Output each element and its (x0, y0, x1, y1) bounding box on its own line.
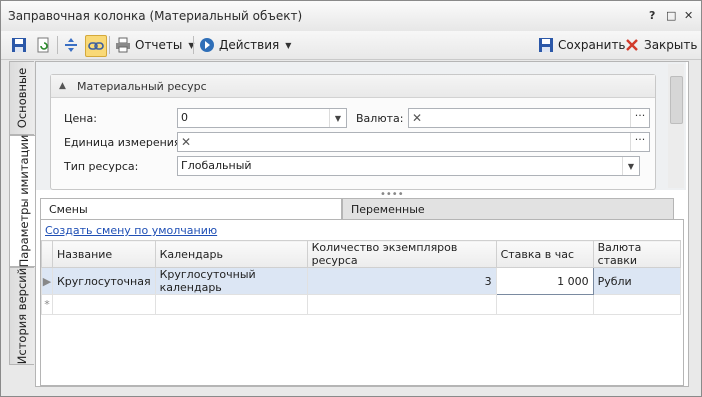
unit-field[interactable]: ✕ ··· (177, 132, 650, 152)
arrows-vertical-icon (63, 37, 79, 53)
close-window-button[interactable]: ✕ (684, 9, 693, 22)
tab-shifts[interactable]: Смены (40, 198, 342, 221)
chain-link-icon (88, 38, 104, 54)
bottom-tab-strip: Смены Переменные (40, 198, 680, 221)
column-header-rate[interactable]: Ставка в час (495, 240, 594, 268)
cell-name[interactable]: Круглосуточная (52, 267, 156, 295)
row-indicator-header (41, 240, 53, 268)
new-cell[interactable] (52, 294, 156, 315)
current-row-icon: ▶ (41, 267, 53, 295)
refresh-button[interactable] (35, 35, 51, 55)
side-tab-main-label: Основные (15, 67, 29, 129)
resource-type-select[interactable]: Глобальный ▼ (177, 156, 640, 176)
tab-variables-label: Переменные (351, 203, 425, 216)
column-header-currency[interactable]: Валюта ставки (592, 240, 682, 268)
chevron-down-icon: ▼ (285, 40, 292, 50)
content-area: ▲ Материальный ресурс Цена: 0 ▼ Валюта: … (35, 61, 689, 387)
printer-icon (115, 37, 131, 53)
maximize-button[interactable]: □ (666, 9, 676, 22)
column-header-name[interactable]: Название (52, 240, 156, 268)
action-circle-icon (199, 37, 215, 53)
save-icon-button[interactable] (11, 35, 27, 55)
table-row[interactable]: ▶ Круглосуточная Круглосуточный календар… (41, 267, 682, 295)
cell-instances[interactable]: 3 (306, 267, 497, 295)
ellipsis-icon[interactable]: ··· (630, 133, 649, 151)
new-cell[interactable] (592, 294, 682, 315)
vertical-scrollbar[interactable] (668, 64, 684, 188)
cell-calendar[interactable]: Круглосуточный календарь (154, 267, 308, 295)
clear-icon[interactable]: ✕ (412, 111, 422, 125)
expand-button[interactable] (63, 35, 79, 55)
currency-field[interactable]: ✕ ··· (408, 108, 650, 128)
side-tab-simulation[interactable]: Параметры имитации (9, 135, 37, 267)
link-toggle-button[interactable] (85, 35, 107, 57)
ellipsis-icon[interactable]: ··· (630, 109, 649, 127)
new-row-icon: * (41, 294, 53, 315)
help-button[interactable]: ? (649, 9, 655, 22)
side-tab-history[interactable]: История версий (9, 267, 34, 365)
tab-shifts-label: Смены (49, 203, 88, 216)
group-header[interactable]: ▲ Материальный ресурс (51, 75, 655, 98)
group-title: Материальный ресурс (77, 80, 207, 93)
floppy-icon (538, 37, 554, 53)
reports-label: Отчеты (135, 38, 183, 52)
chevron-down-icon[interactable]: ▼ (622, 157, 639, 175)
column-header-calendar[interactable]: Календарь (154, 240, 308, 268)
side-tab-simulation-label: Параметры имитации (16, 134, 31, 268)
collapse-icon[interactable]: ▲ (59, 81, 66, 91)
shifts-table: Название Календарь Количество экземпляро… (41, 240, 682, 315)
shifts-panel: Создать смену по умолчанию Название Кале… (40, 219, 684, 386)
reports-menu[interactable]: Отчеты ▼ (115, 35, 195, 55)
floppy-icon (11, 37, 27, 53)
price-value: 0 (181, 111, 188, 124)
side-tab-main[interactable]: Основные (9, 61, 34, 135)
actions-label: Действия (219, 38, 280, 52)
window: Заправочная колонка (Материальный объект… (0, 0, 702, 397)
close-x-icon (624, 37, 640, 53)
save-button[interactable]: Сохранить (538, 35, 626, 55)
unit-label: Единица измерения: (64, 136, 185, 149)
new-cell[interactable] (154, 294, 308, 315)
resource-scroll-region: ▲ Материальный ресурс Цена: 0 ▼ Валюта: … (36, 62, 686, 190)
scrollbar-thumb[interactable] (670, 76, 683, 124)
close-label: Закрыть (644, 38, 698, 52)
new-cell[interactable] (495, 294, 594, 315)
title-bar: Заправочная колонка (Материальный объект… (1, 1, 701, 31)
resource-type-label: Тип ресурса: (64, 160, 139, 173)
save-label: Сохранить (558, 38, 626, 52)
close-button[interactable]: Закрыть (624, 35, 697, 55)
side-tab-history-label: История версий (15, 267, 29, 365)
create-default-shift-link[interactable]: Создать смену по умолчанию (45, 224, 217, 237)
column-header-instances[interactable]: Количество экземпляров ресурса (306, 240, 497, 268)
window-title: Заправочная колонка (Материальный объект… (8, 9, 303, 23)
toolbar: Отчеты ▼ Действия ▼ Сохранить Закрыть (1, 31, 701, 60)
price-label: Цена: (64, 112, 97, 125)
clear-icon[interactable]: ✕ (181, 135, 191, 149)
resource-type-value: Глобальный (181, 159, 252, 172)
tab-variables[interactable]: Переменные (342, 198, 674, 219)
side-tab-strip: Основные Параметры имитации История верс… (9, 61, 37, 381)
currency-label: Валюта: (356, 112, 404, 125)
new-cell[interactable] (306, 294, 497, 315)
actions-menu[interactable]: Действия ▼ (199, 35, 291, 55)
cell-currency[interactable]: Рубли (592, 267, 682, 295)
chevron-down-icon[interactable]: ▼ (329, 109, 346, 127)
document-refresh-icon (35, 37, 51, 53)
price-field[interactable]: 0 ▼ (177, 108, 347, 128)
material-resource-group: ▲ Материальный ресурс Цена: 0 ▼ Валюта: … (50, 74, 656, 190)
new-row[interactable]: * (41, 294, 682, 315)
cell-rate[interactable]: 1 000 (495, 267, 594, 295)
